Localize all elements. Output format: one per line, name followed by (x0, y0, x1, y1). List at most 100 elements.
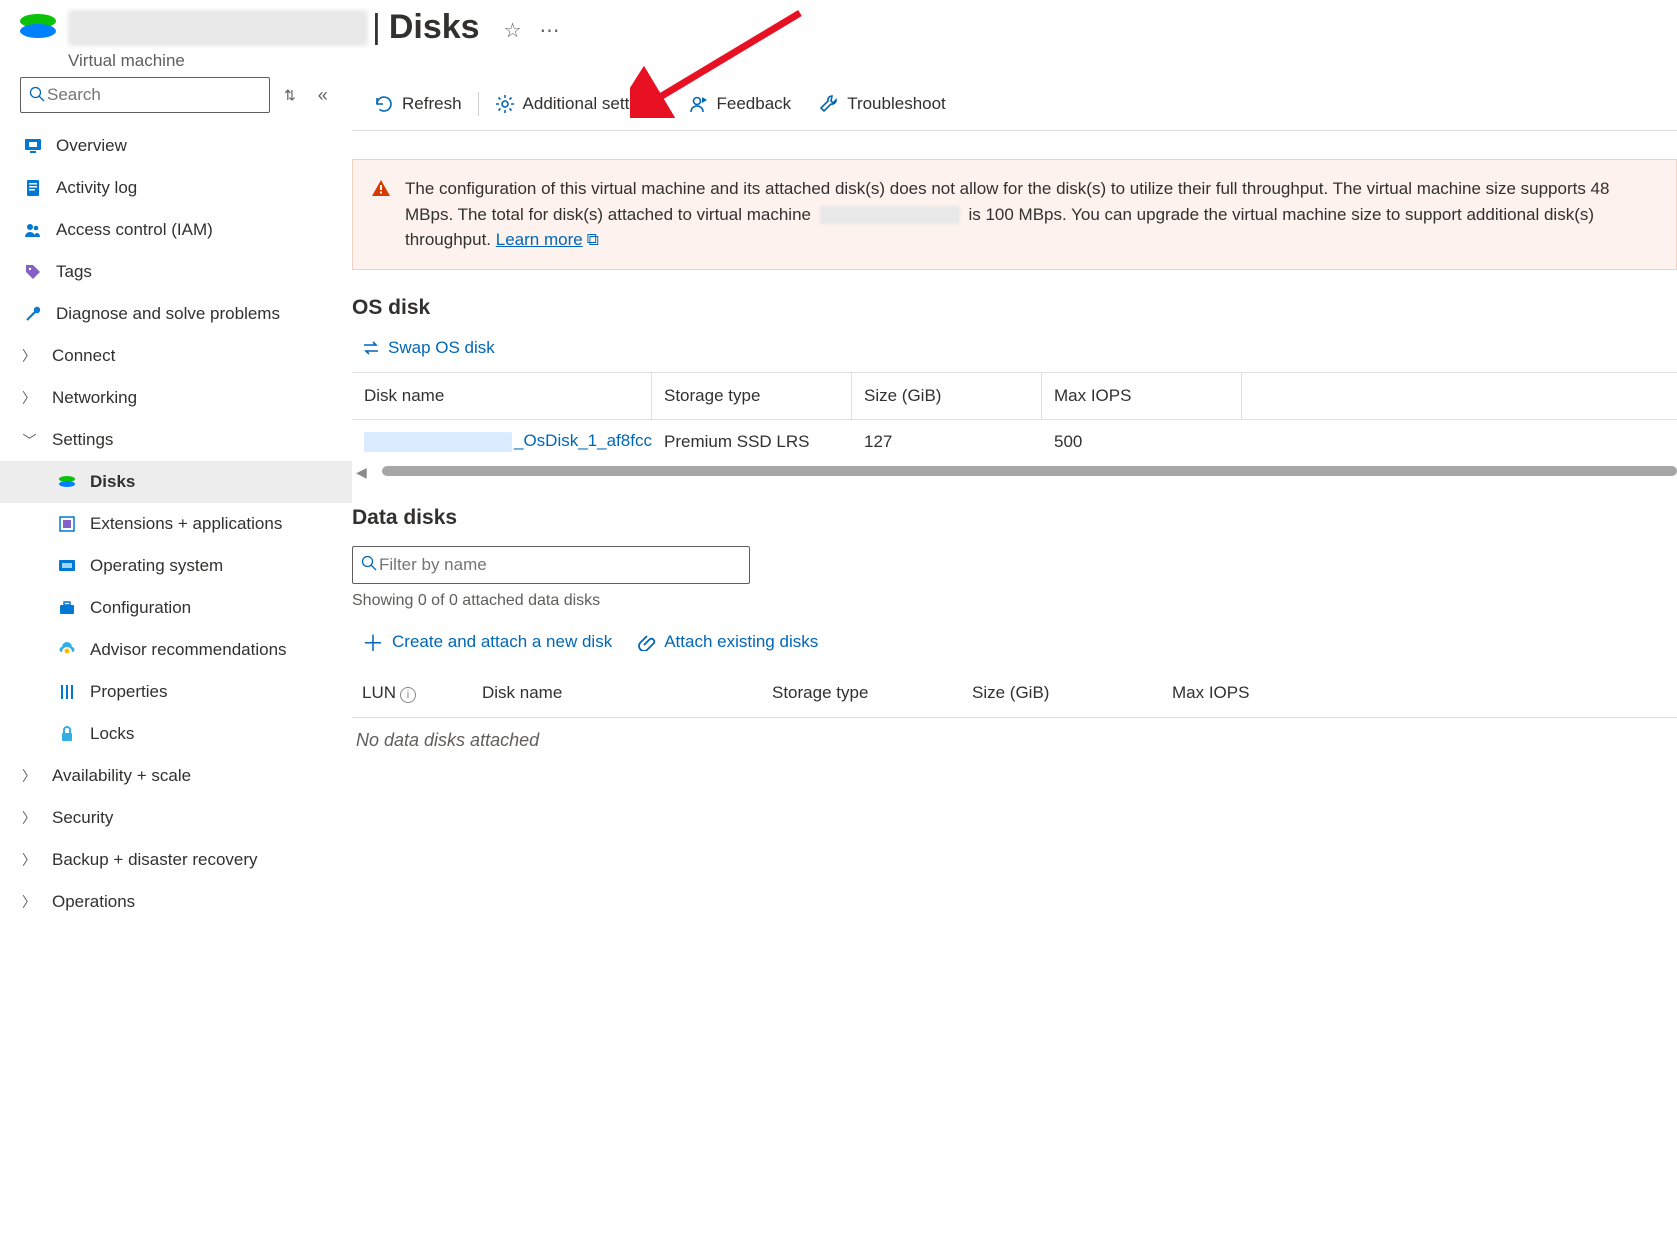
feedback-button[interactable]: Feedback (675, 77, 806, 130)
sidebar-item-label: Locks (90, 724, 134, 744)
action-label: Attach existing disks (664, 632, 818, 652)
properties-icon (56, 683, 78, 701)
cell-max-iops: 500 (1042, 432, 1242, 452)
cell-storage-type: Premium SSD LRS (652, 432, 852, 452)
swap-label: Swap OS disk (388, 338, 495, 358)
page-title: Disks (389, 8, 480, 47)
toolbar-label: Troubleshoot (847, 94, 946, 114)
sidebar-group-availability[interactable]: 〉Availability + scale (0, 755, 352, 797)
sidebar-group-settings[interactable]: 〉Settings (0, 419, 352, 461)
chevron-right-icon: 〉 (22, 892, 36, 912)
col-max-iops[interactable]: Max IOPS (1042, 373, 1242, 419)
sidebar-nav: Overview Activity log Access control (IA… (0, 125, 352, 923)
troubleshoot-button[interactable]: Troubleshoot (805, 77, 960, 130)
main-content: Refresh Additional settings Feedback Tro… (352, 71, 1677, 1246)
chevron-right-icon: 〉 (22, 346, 36, 366)
tools-icon (22, 305, 44, 323)
col-disk-name[interactable]: Disk name (472, 683, 762, 703)
attach-existing-disk-button[interactable]: Attach existing disks (638, 632, 818, 652)
scroll-track[interactable] (382, 466, 1677, 476)
sidebar-item-properties[interactable]: Properties (0, 671, 352, 713)
no-data-disks-message: No data disks attached (356, 730, 1677, 751)
log-icon (22, 179, 44, 197)
sidebar-group-security[interactable]: 〉 Security (0, 797, 352, 839)
data-disk-table-header: LUNi Disk name Storage type Size (GiB) M… (352, 670, 1677, 718)
os-disk-table-header: Disk name Storage type Size (GiB) Max IO… (352, 372, 1677, 420)
sidebar-item-overview[interactable]: Overview (0, 125, 352, 167)
sidebar-search-input[interactable] (45, 84, 261, 106)
tag-icon (22, 263, 44, 281)
sidebar-search[interactable] (20, 77, 270, 113)
sidebar-item-label: Tags (56, 262, 92, 282)
page-header: | Disks ☆ ⋯ Virtual machine (0, 0, 1677, 71)
sidebar-item-label: Availability + scale (52, 766, 191, 786)
chevron-right-icon: 〉 (22, 808, 36, 828)
sidebar-item-label: Overview (56, 136, 127, 156)
sidebar-item-label: Security (52, 808, 113, 828)
col-max-iops[interactable]: Max IOPS (1162, 683, 1362, 703)
os-disk-row[interactable]: _OsDisk_1_af8fcc2b Premium SSD LRS 127 5… (352, 420, 1677, 464)
sidebar-item-extensions[interactable]: Extensions + applications (0, 503, 352, 545)
sidebar-item-label: Diagnose and solve problems (56, 304, 280, 324)
toolbar-separator (478, 92, 479, 116)
additional-settings-button[interactable]: Additional settings (481, 77, 675, 130)
sidebar-item-label: Configuration (90, 598, 191, 618)
sidebar-item-operating-system[interactable]: Operating system (0, 545, 352, 587)
collapse-sidebar-icon[interactable]: « (318, 85, 328, 106)
sidebar-item-label: Settings (52, 430, 113, 450)
sidebar-item-label: Connect (52, 346, 115, 366)
col-storage-type[interactable]: Storage type (652, 373, 852, 419)
filter-input[interactable] (377, 554, 741, 576)
refresh-icon (374, 94, 394, 114)
more-menu-icon[interactable]: ⋯ (540, 18, 562, 43)
sidebar-group-connect[interactable]: 〉 Connect (0, 335, 352, 377)
toolbar-label: Feedback (717, 94, 792, 114)
horizontal-scrollbar[interactable]: ◀ (352, 464, 1677, 480)
info-icon[interactable]: i (400, 687, 416, 703)
expand-collapse-icon[interactable]: ⇅ (284, 87, 296, 104)
sidebar-item-diagnose[interactable]: Diagnose and solve problems (0, 293, 352, 335)
title-divider: | (372, 8, 381, 47)
sidebar-group-networking[interactable]: 〉Networking (0, 377, 352, 419)
refresh-button[interactable]: Refresh (360, 77, 476, 130)
chevron-right-icon: 〉 (22, 388, 36, 408)
warning-text: The configuration of this virtual machin… (405, 176, 1658, 253)
col-lun[interactable]: LUNi (352, 683, 472, 703)
data-disks-heading: Data disks (352, 506, 1677, 530)
favorite-star-icon[interactable]: ☆ (504, 18, 522, 43)
gear-icon (495, 94, 515, 114)
sidebar-group-operations[interactable]: 〉Operations (0, 881, 352, 923)
swap-os-disk-button[interactable]: Swap OS disk (362, 338, 1677, 358)
sidebar-item-access-control[interactable]: Access control (IAM) (0, 209, 352, 251)
sidebar-item-disks[interactable]: Disks (0, 461, 352, 503)
sidebar-group-backup[interactable]: 〉Backup + disaster recovery (0, 839, 352, 881)
sidebar-item-activity-log[interactable]: Activity log (0, 167, 352, 209)
create-attach-disk-button[interactable]: ＋Create and attach a new disk (362, 626, 612, 658)
advisor-icon (56, 641, 78, 659)
col-storage-type[interactable]: Storage type (762, 683, 962, 703)
learn-more-link[interactable]: Learn more (496, 230, 583, 249)
filter-box[interactable] (352, 546, 750, 584)
disk-name-link[interactable]: _OsDisk_1_af8fcc2b (352, 431, 652, 452)
col-disk-name[interactable]: Disk name (352, 373, 652, 419)
scroll-left-icon[interactable]: ◀ (356, 464, 367, 481)
sidebar: ⇅ « Overview Activity log Access control… (0, 71, 352, 1246)
search-icon (29, 86, 45, 105)
people-icon (22, 221, 44, 239)
sidebar-item-locks[interactable]: Locks (0, 713, 352, 755)
extensions-icon (56, 515, 78, 533)
toolbar-label: Refresh (402, 94, 462, 114)
os-icon (56, 557, 78, 575)
col-size[interactable]: Size (GiB) (852, 373, 1042, 419)
sidebar-item-tags[interactable]: Tags (0, 251, 352, 293)
toolbox-icon (56, 599, 78, 617)
sidebar-item-label: Disks (90, 472, 135, 492)
sidebar-item-label: Access control (IAM) (56, 220, 213, 240)
feedback-icon (689, 94, 709, 114)
sidebar-item-configuration[interactable]: Configuration (0, 587, 352, 629)
col-size[interactable]: Size (GiB) (962, 683, 1162, 703)
external-link-icon: ⧉ (587, 230, 599, 249)
swap-icon (362, 339, 380, 357)
sidebar-item-advisor[interactable]: Advisor recommendations (0, 629, 352, 671)
resource-type-label: Virtual machine (68, 51, 562, 71)
